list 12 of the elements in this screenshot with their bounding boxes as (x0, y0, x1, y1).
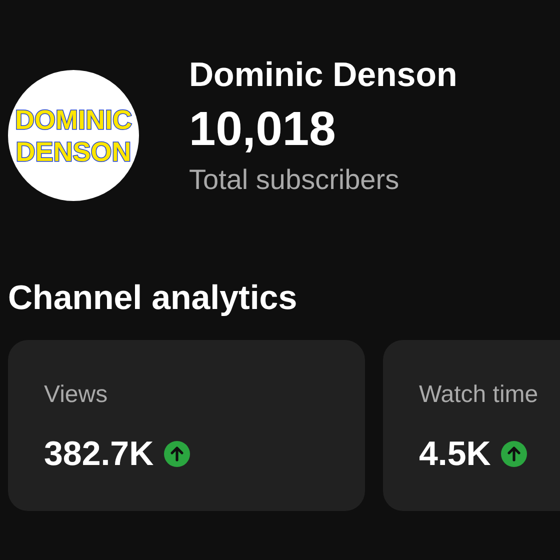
metric-value: 4.5K (419, 434, 491, 474)
analytics-card[interactable]: Watch time 4.5K (383, 340, 560, 511)
subscriber-count: 10,018 (189, 102, 337, 158)
metric-label: Watch time (419, 380, 540, 410)
logo-text: DOMINIC (15, 104, 132, 136)
logo-text: DENSON (16, 136, 132, 168)
metric-value: 382.7K (44, 434, 154, 474)
metric-label: Views (44, 380, 109, 410)
section-title: Channel analytics (7, 278, 298, 319)
channel-name: Dominic Denson (189, 55, 458, 96)
analytics-card[interactable]: Views 382.7K (8, 340, 365, 511)
subscriber-label: Total subscribers (189, 163, 400, 197)
